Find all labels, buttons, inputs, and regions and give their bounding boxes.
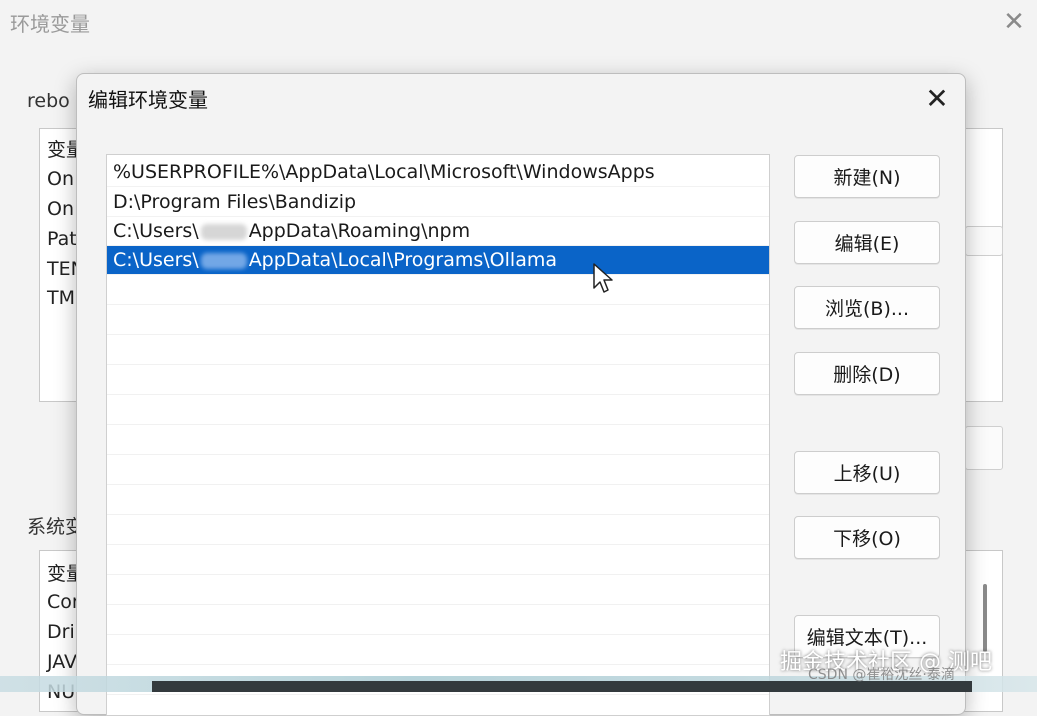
- watermark-small: CSDN @崔裕沈丝·泰滴: [808, 667, 955, 683]
- empty-row[interactable]: [107, 606, 769, 635]
- list-item[interactable]: JAV: [47, 651, 77, 673]
- empty-row[interactable]: [107, 336, 769, 365]
- background-button[interactable]: [965, 226, 1003, 256]
- move-up-button[interactable]: 上移(U): [794, 451, 940, 494]
- close-icon[interactable]: ✕: [917, 78, 957, 118]
- edit-environment-variable-dialog: 编辑环境变量 ✕ %USERPROFILE%\AppData\Local\Mic…: [76, 73, 966, 716]
- path-entry[interactable]: C:\Users\ AppData\Roaming\npm: [107, 217, 769, 246]
- browse-button[interactable]: 浏览(B)...: [794, 286, 940, 329]
- path-entry-selected[interactable]: C:\Users\ AppData\Local\Programs\Ollama: [107, 246, 769, 275]
- path-text: D:\Program Files\Bandizip: [113, 191, 357, 213]
- list-item[interactable]: Pat: [47, 228, 77, 250]
- delete-button[interactable]: 删除(D): [794, 352, 940, 395]
- empty-row[interactable]: [107, 426, 769, 455]
- empty-row[interactable]: [107, 276, 769, 305]
- user-variables-label: rebo: [27, 90, 70, 112]
- empty-row[interactable]: [107, 456, 769, 485]
- redacted-username: [200, 223, 247, 240]
- empty-row[interactable]: [107, 366, 769, 395]
- empty-row[interactable]: [107, 486, 769, 515]
- path-entry[interactable]: %USERPROFILE%\AppData\Local\Microsoft\Wi…: [107, 158, 769, 187]
- empty-row[interactable]: [107, 636, 769, 665]
- empty-row[interactable]: [107, 516, 769, 545]
- window-title: 环境变量: [10, 12, 90, 36]
- arrow-cursor-icon: [593, 263, 613, 293]
- close-icon[interactable]: ✕: [994, 4, 1034, 40]
- path-text-prefix: C:\Users\: [113, 220, 199, 242]
- list-item[interactable]: On: [47, 198, 74, 220]
- list-item[interactable]: Dri: [47, 621, 75, 643]
- new-button[interactable]: 新建(N): [794, 155, 940, 198]
- path-text: %USERPROFILE%\AppData\Local\Microsoft\Wi…: [113, 161, 655, 183]
- background-button[interactable]: [965, 426, 1003, 470]
- empty-row[interactable]: [107, 396, 769, 425]
- path-list[interactable]: %USERPROFILE%\AppData\Local\Microsoft\Wi…: [106, 154, 770, 716]
- redacted-username: [200, 252, 247, 269]
- empty-row[interactable]: [107, 576, 769, 605]
- empty-row[interactable]: [107, 546, 769, 575]
- list-item[interactable]: On: [47, 168, 74, 190]
- dialog-title: 编辑环境变量: [88, 88, 208, 112]
- edit-button[interactable]: 编辑(E): [794, 221, 940, 264]
- path-text-suffix: AppData\Local\Programs\Ollama: [248, 249, 557, 271]
- path-text-suffix: AppData\Roaming\npm: [248, 220, 471, 242]
- list-item[interactable]: Cor: [47, 591, 80, 613]
- path-text-prefix: C:\Users\: [113, 249, 199, 271]
- scrollbar-thumb[interactable]: [983, 584, 987, 652]
- path-entry[interactable]: D:\Program Files\Bandizip: [107, 188, 769, 217]
- empty-row[interactable]: [107, 306, 769, 335]
- list-item[interactable]: TM: [47, 287, 75, 309]
- move-down-button[interactable]: 下移(O): [794, 516, 940, 559]
